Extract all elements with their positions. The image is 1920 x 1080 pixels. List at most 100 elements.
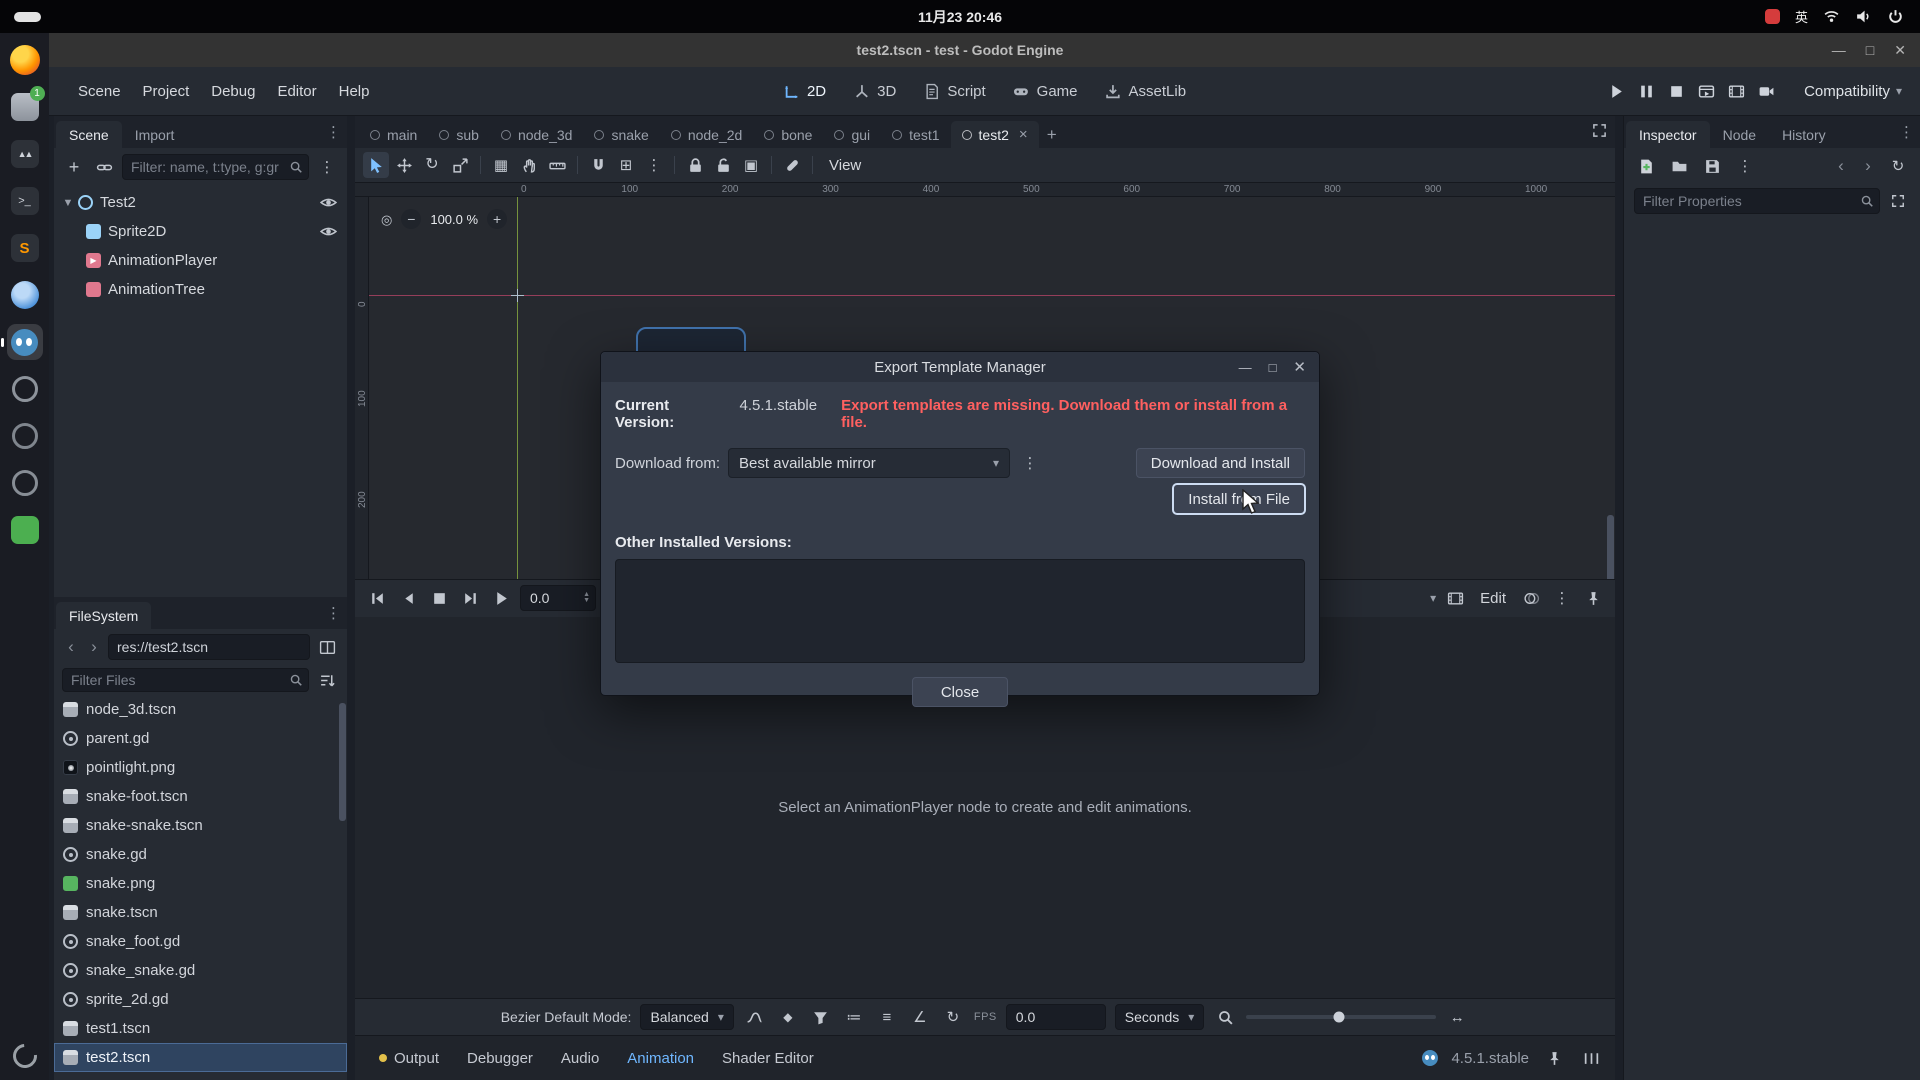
scene-tab-node_3d[interactable]: node_3d [490, 121, 584, 148]
dialog-close-icon[interactable]: ✕ [1293, 358, 1306, 376]
snap-options-icon[interactable]: ⋮ [641, 152, 667, 178]
file-row[interactable]: snake_snake.gd [54, 956, 347, 985]
file-row[interactable]: test2.tscn [54, 1043, 347, 1072]
pan-tool-button[interactable] [516, 152, 542, 178]
bottom-tab-output[interactable]: Output [367, 1044, 451, 1073]
instance-scene-icon[interactable] [92, 155, 116, 179]
firefox-icon[interactable] [7, 42, 43, 78]
scene-tab-test1[interactable]: test1 [881, 121, 950, 148]
new-resource-icon[interactable] [1634, 154, 1658, 178]
pin-bottom-panel-icon[interactable] [1542, 1046, 1566, 1070]
workspace-2d-button[interactable]: 2D [783, 83, 826, 100]
file-row[interactable]: snake_foot.gd [54, 927, 347, 956]
window-title-bar[interactable]: test2.tscn - test - Godot Engine — □ ✕ [0, 33, 1920, 67]
play-scene-button[interactable] [1698, 83, 1715, 100]
play-button[interactable] [1608, 83, 1625, 100]
skeleton-options-button[interactable] [779, 152, 805, 178]
file-row[interactable]: parent.gd [54, 724, 347, 753]
file-row[interactable]: snake-foot.tscn [54, 782, 347, 811]
animation-libraries-icon[interactable] [1443, 586, 1467, 610]
renderer-selector[interactable]: Compatibility ▾ [1804, 83, 1902, 100]
timeline-zoom-slider[interactable] [1246, 1015, 1436, 1019]
animation-options-icon[interactable]: ⋮ [1550, 586, 1574, 610]
key-list-icon[interactable]: ≔ [842, 1005, 866, 1029]
skip-to-end-button[interactable] [458, 586, 482, 610]
menu-project[interactable]: Project [132, 77, 201, 106]
mirror-options-icon[interactable]: ⋮ [1018, 451, 1042, 475]
file-row[interactable]: pointlight.png [54, 753, 347, 782]
spinner-arrows-icon[interactable]: ▲▼ [583, 592, 590, 604]
center-view-icon[interactable]: ◎ [381, 213, 392, 226]
scene-tab-test2[interactable]: test2× [951, 121, 1039, 148]
dialog-minimize-icon[interactable]: — [1239, 360, 1252, 375]
new-scene-tab-button[interactable]: + [1039, 121, 1065, 148]
zoom-level[interactable]: 100.0 % [430, 212, 478, 227]
pause-button[interactable] [1638, 83, 1655, 100]
file-row[interactable]: snake.gd [54, 840, 347, 869]
media-app-icon[interactable]: ▲▲ [7, 136, 43, 172]
tree-row-sprite2d[interactable]: Sprite2D [54, 217, 347, 246]
tab-inspector[interactable]: Inspector [1626, 121, 1710, 148]
installed-versions-panel[interactable] [615, 559, 1305, 663]
workspace-script-button[interactable]: Script [923, 83, 985, 100]
snap-step-input[interactable]: 0.0 [1006, 1004, 1106, 1030]
load-resource-folder-icon[interactable] [1667, 154, 1691, 178]
dialog-close-button[interactable]: Close [912, 677, 1008, 707]
insert-key-icon[interactable]: ◆ [776, 1005, 800, 1029]
file-filter-input[interactable] [62, 668, 309, 692]
scene-tab-node_2d[interactable]: node_2d [660, 121, 754, 148]
bottom-tab-debugger[interactable]: Debugger [455, 1044, 545, 1073]
playback-time-spinner[interactable]: 0.0 ▲▼ [520, 585, 596, 611]
expand-bottom-panel-icon[interactable] [1579, 1046, 1603, 1070]
power-icon[interactable] [1887, 8, 1904, 25]
mirror-select[interactable]: Best available mirror ▾ [728, 448, 1010, 478]
bezier-mode-select[interactable]: Balanced ▾ [640, 1004, 733, 1030]
browser-app-icon[interactable] [7, 277, 43, 313]
nav-back-icon[interactable]: ‹ [62, 637, 80, 657]
play-custom-scene-button[interactable] [1728, 83, 1745, 100]
dialog-maximize-icon[interactable]: □ [1269, 360, 1277, 375]
volume-icon[interactable] [1855, 8, 1872, 25]
onion-skinning-icon[interactable] [1519, 586, 1543, 610]
tab-node[interactable]: Node [1710, 121, 1769, 148]
workspace-assetlib-button[interactable]: AssetLib [1105, 83, 1187, 100]
nav-forward-icon[interactable]: › [85, 637, 103, 657]
input-method-indicator[interactable]: 英 [1795, 7, 1808, 26]
app-icon-3[interactable] [7, 465, 43, 501]
file-row[interactable]: test1.tscn [54, 1014, 347, 1043]
tab-history[interactable]: History [1769, 121, 1839, 148]
viewport-vertical-scrollbar[interactable] [1607, 515, 1614, 579]
tree-row-test2[interactable]: ▼ Test2 [54, 188, 347, 217]
godot-app-icon[interactable] [7, 324, 43, 360]
sublime-app-icon[interactable]: S [7, 230, 43, 266]
list-select-tool-button[interactable]: ▦ [488, 152, 514, 178]
workspace-3d-button[interactable]: 3D [853, 83, 896, 100]
download-and-install-button[interactable]: Download and Install [1136, 448, 1305, 478]
menu-editor[interactable]: Editor [266, 77, 327, 106]
slider-thumb[interactable] [1334, 1012, 1345, 1023]
filesystem-scrollbar[interactable] [339, 703, 346, 821]
grid-snap-button[interactable]: ⊞ [613, 152, 639, 178]
inspector-extra-options-icon[interactable] [1886, 189, 1910, 213]
tab-import[interactable]: Import [122, 121, 188, 148]
group-node-button[interactable]: ▣ [738, 152, 764, 178]
save-resource-icon[interactable] [1700, 154, 1724, 178]
file-row[interactable]: snake.png [54, 869, 347, 898]
recording-indicator-icon[interactable] [1765, 9, 1780, 24]
object-history-icon[interactable]: ↻ [1886, 154, 1910, 178]
menu-help[interactable]: Help [328, 77, 381, 106]
view-menu-button[interactable]: View [820, 157, 870, 174]
history-forward-icon[interactable]: › [1859, 156, 1877, 176]
collapse-caret-icon[interactable]: ▼ [60, 197, 76, 209]
inspector-filter-input[interactable] [1634, 188, 1880, 214]
rotate-tool-button[interactable]: ↻ [419, 152, 445, 178]
bottom-tab-audio[interactable]: Audio [549, 1044, 611, 1073]
loop-icon[interactable]: ↻ [941, 1005, 965, 1029]
unlock-node-button[interactable] [710, 152, 736, 178]
file-row[interactable]: node_3d.tscn [54, 695, 347, 724]
play-backwards-button[interactable] [396, 586, 420, 610]
track-list-icon[interactable]: ≡ [875, 1005, 899, 1029]
menu-scene[interactable]: Scene [67, 77, 132, 106]
zoom-in-button[interactable]: + [487, 209, 507, 229]
bottom-tab-shader-editor[interactable]: Shader Editor [710, 1044, 826, 1073]
